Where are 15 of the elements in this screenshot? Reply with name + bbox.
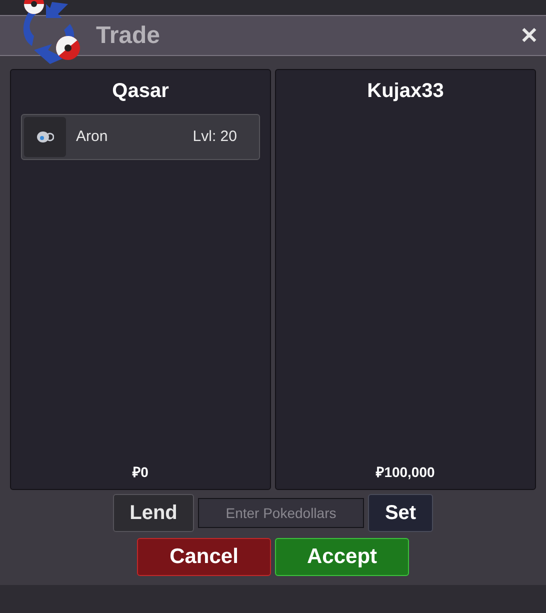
set-button[interactable]: Set bbox=[368, 494, 433, 532]
money-amount: ₽0 bbox=[132, 463, 148, 482]
accept-button[interactable]: Accept bbox=[275, 538, 409, 576]
pokemon-slot[interactable]: Aron Lvl: 20 bbox=[21, 114, 260, 160]
pokemon-level: Lvl: 20 bbox=[192, 126, 237, 147]
pokedollars-field[interactable]: Enter Pokedollars bbox=[198, 498, 364, 528]
window-title: Trade bbox=[96, 20, 160, 50]
cancel-button[interactable]: Cancel bbox=[137, 538, 271, 576]
money-amount: ₽100,000 bbox=[376, 463, 435, 482]
lend-button[interactable]: Lend bbox=[113, 494, 194, 532]
player-name: Kujax33 bbox=[367, 79, 444, 104]
player-name: Qasar bbox=[112, 79, 169, 104]
pokemon-name: Aron bbox=[76, 126, 108, 147]
close-button[interactable]: ✕ bbox=[520, 24, 538, 46]
pokemon-icon bbox=[36, 130, 54, 144]
